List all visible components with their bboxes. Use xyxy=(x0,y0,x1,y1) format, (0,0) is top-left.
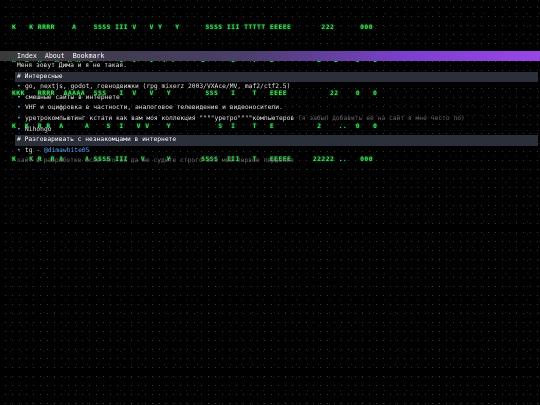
menu-link-about[interactable]: About xyxy=(45,52,65,60)
contact-label: tg - xyxy=(25,146,44,154)
list-item: • go, nextjs, godot, говнодвижки (rpg mix… xyxy=(17,82,527,93)
page: K K RRRR A SSSS III V V Y Y SSSS III TTT… xyxy=(0,0,540,405)
menu-link-bookmark[interactable]: Bookmark xyxy=(73,52,105,60)
list-item-text: смешные сайты в интернете xyxy=(25,93,120,101)
banner-line: K K RRRR A SSSS III V V Y Y SSSS III TTT… xyxy=(12,23,373,31)
bullet-icon: • xyxy=(17,125,21,133)
bullet-icon: • xyxy=(17,114,21,122)
main-content: Меня зовут Дима и я не такая. # Интересн… xyxy=(15,61,538,167)
contact-item: • tg - @dimawhite05 xyxy=(17,146,527,157)
list-item-note: (я забыл добавить её на сайт я мне често… xyxy=(297,114,465,122)
telegram-link[interactable]: @dimawhite05 xyxy=(44,147,90,154)
interests-heading: # Интересные xyxy=(15,71,538,83)
bullet-icon: • xyxy=(17,93,21,101)
list-item: • VHF и оцифровка в частности, аналоговое… xyxy=(17,103,527,114)
list-item: • Nihongo xyxy=(17,125,527,136)
bullet-icon: • xyxy=(17,104,21,112)
bullet-icon: • xyxy=(17,83,21,91)
contact-heading: # Разговаривать с незнакомцами в интерне… xyxy=(15,135,538,146)
list-item: • уретрокомпьютинг кстати как вам моя кол… xyxy=(17,114,527,125)
intro-text: Меня зовут Дима и я не такая. xyxy=(17,62,127,69)
bullet-icon: • xyxy=(17,146,21,154)
list-item-text: Nihongo xyxy=(25,125,52,133)
menu-bar: Index About Bookmark xyxy=(0,51,540,61)
list-item-text: VHF и оцифровка в частности, аналоговое … xyxy=(25,104,283,112)
list-item-text: уретрокомпьютинг кстати как вам моя колл… xyxy=(25,114,295,122)
list-item: • смешные сайты в интернете xyxy=(17,93,527,104)
menu-link-index[interactable]: Index xyxy=(17,52,37,60)
footer-note: сайт в разработке если что ок да не суди… xyxy=(17,157,294,165)
list-item-text: go, nextjs, godot, говнодвижки (rpg mixe… xyxy=(25,83,291,91)
